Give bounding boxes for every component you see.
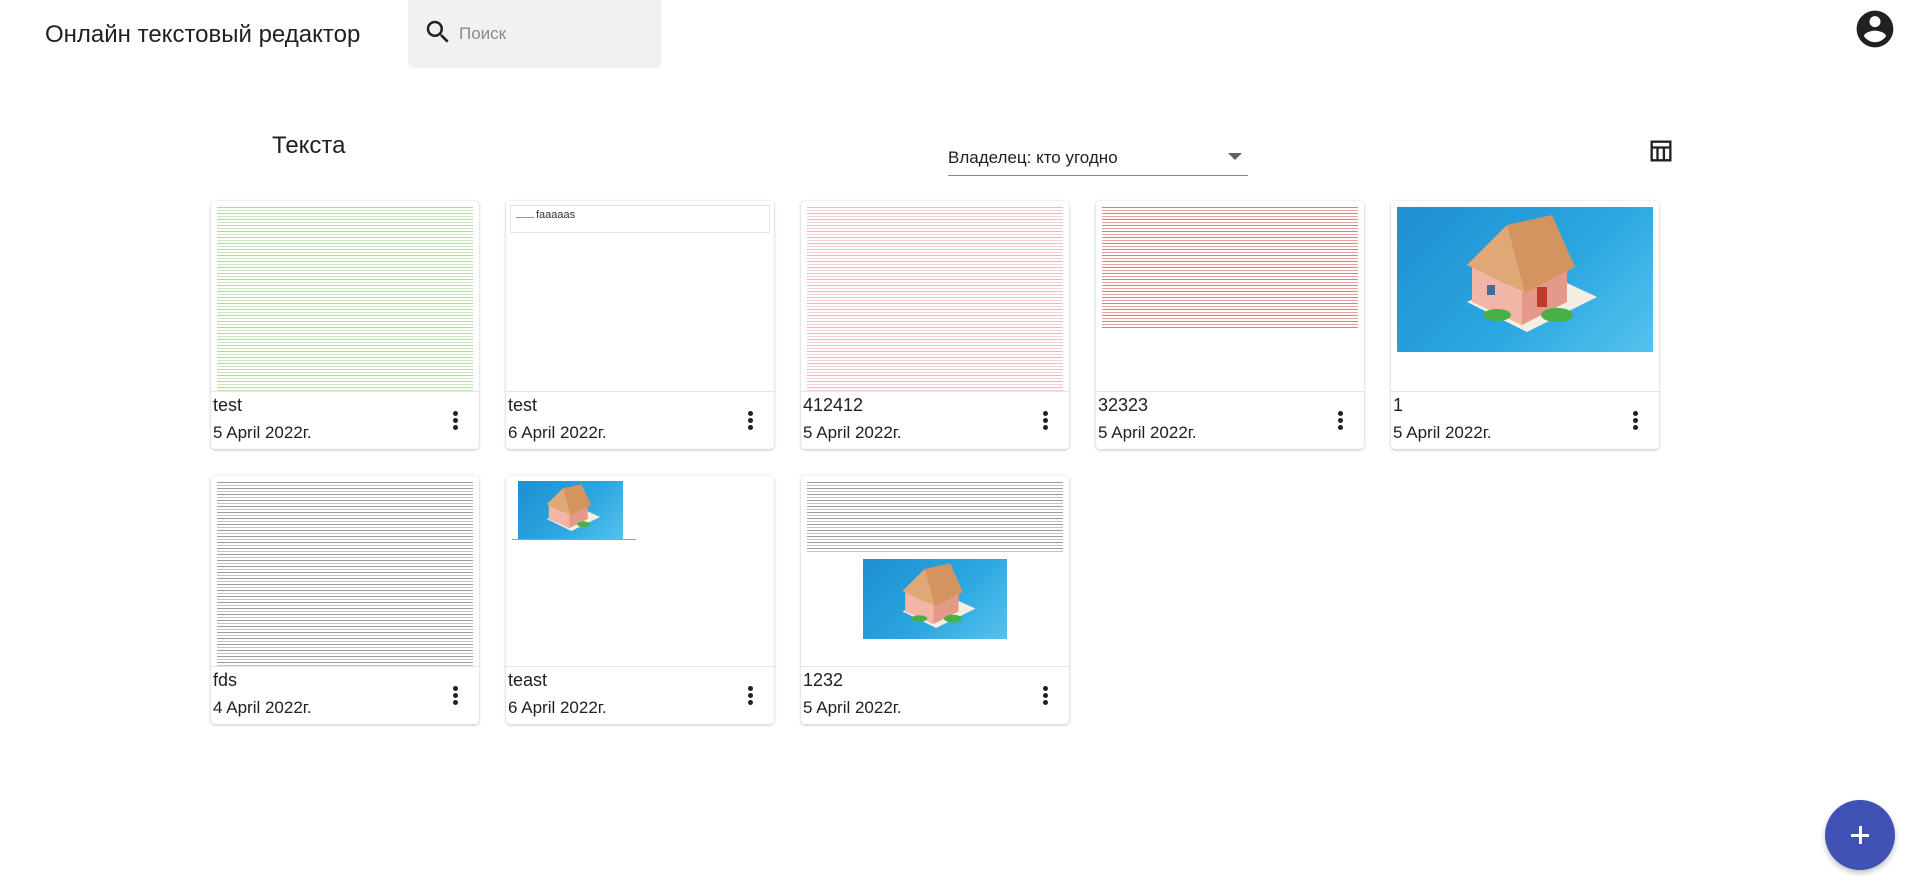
preview-text: faaaaas <box>536 209 576 221</box>
table-view-icon[interactable] <box>1647 137 1675 165</box>
add-icon-vertical <box>1858 826 1862 844</box>
document-thumbnail <box>1391 201 1659 392</box>
document-date: 5 April 2022г. <box>803 423 902 442</box>
more-vert-icon[interactable] <box>1035 409 1055 435</box>
more-vert-icon[interactable] <box>445 409 465 435</box>
more-vert-icon[interactable] <box>740 409 760 435</box>
app-title: Онлайн текстовый редактор <box>45 21 361 48</box>
document-thumbnail <box>211 476 479 667</box>
more-vert-icon[interactable] <box>1035 684 1055 710</box>
document-card[interactable]: 1232 5 April 2022г. <box>801 476 1069 724</box>
document-thumbnail: faaaaas <box>506 201 774 392</box>
text-preview <box>1102 207 1358 329</box>
document-card[interactable]: fds 4 April 2022г. <box>211 476 479 724</box>
document-title: 412412 <box>803 395 864 415</box>
document-title: test <box>213 395 243 415</box>
search-input[interactable] <box>457 20 651 48</box>
document-card[interactable]: 412412 5 April 2022г. <box>801 201 1069 449</box>
text-preview <box>807 482 1063 552</box>
document-card[interactable]: 32323 5 April 2022г. <box>1096 201 1364 449</box>
document-date: 6 April 2022г. <box>508 423 607 442</box>
search-box[interactable] <box>408 0 661 68</box>
more-vert-icon[interactable] <box>740 684 760 710</box>
account-circle-icon[interactable] <box>1853 7 1897 51</box>
document-date: 5 April 2022г. <box>803 698 902 717</box>
owner-filter-select[interactable]: Владелец: кто угодно <box>948 143 1248 176</box>
document-date: 5 April 2022г. <box>1393 423 1492 442</box>
document-title: 32323 <box>1098 395 1149 415</box>
document-date: 5 April 2022г. <box>1098 423 1197 442</box>
text-preview: faaaaas <box>510 205 770 233</box>
document-thumbnail <box>801 476 1069 667</box>
house-image <box>863 559 1007 639</box>
document-title: teast <box>508 670 548 690</box>
owner-filter-label: Владелец: кто угодно <box>948 148 1118 167</box>
document-card[interactable]: teast 6 April 2022г. <box>506 476 774 724</box>
document-thumbnail <box>506 476 774 667</box>
divider-line <box>512 539 636 540</box>
search-icon <box>426 20 449 43</box>
text-preview <box>807 207 1063 391</box>
section-title: Текста <box>272 132 346 159</box>
text-preview <box>217 482 473 666</box>
document-date: 5 April 2022г. <box>213 423 312 442</box>
document-card[interactable]: 1 5 April 2022г. <box>1391 201 1659 449</box>
document-thumbnail <box>801 201 1069 392</box>
document-thumbnail <box>1096 201 1364 392</box>
document-title: test <box>508 395 538 415</box>
add-document-button[interactable] <box>1825 800 1895 870</box>
document-date: 4 April 2022г. <box>213 698 312 717</box>
document-card[interactable]: faaaaas test 6 April 2022г. <box>506 201 774 449</box>
more-vert-icon[interactable] <box>1625 409 1645 435</box>
document-title: fds <box>213 670 238 690</box>
text-preview <box>217 207 473 391</box>
tiny-text-line <box>516 217 534 218</box>
more-vert-icon[interactable] <box>1330 409 1350 435</box>
document-card[interactable]: test 5 April 2022г. <box>211 201 479 449</box>
more-vert-icon[interactable] <box>445 684 465 710</box>
document-date: 6 April 2022г. <box>508 698 607 717</box>
house-image <box>518 481 623 539</box>
house-image <box>1397 207 1653 352</box>
document-title: 1232 <box>803 670 844 690</box>
document-title: 1 <box>1393 395 1404 415</box>
dropdown-arrow-icon <box>1228 153 1242 160</box>
document-thumbnail <box>211 201 479 392</box>
